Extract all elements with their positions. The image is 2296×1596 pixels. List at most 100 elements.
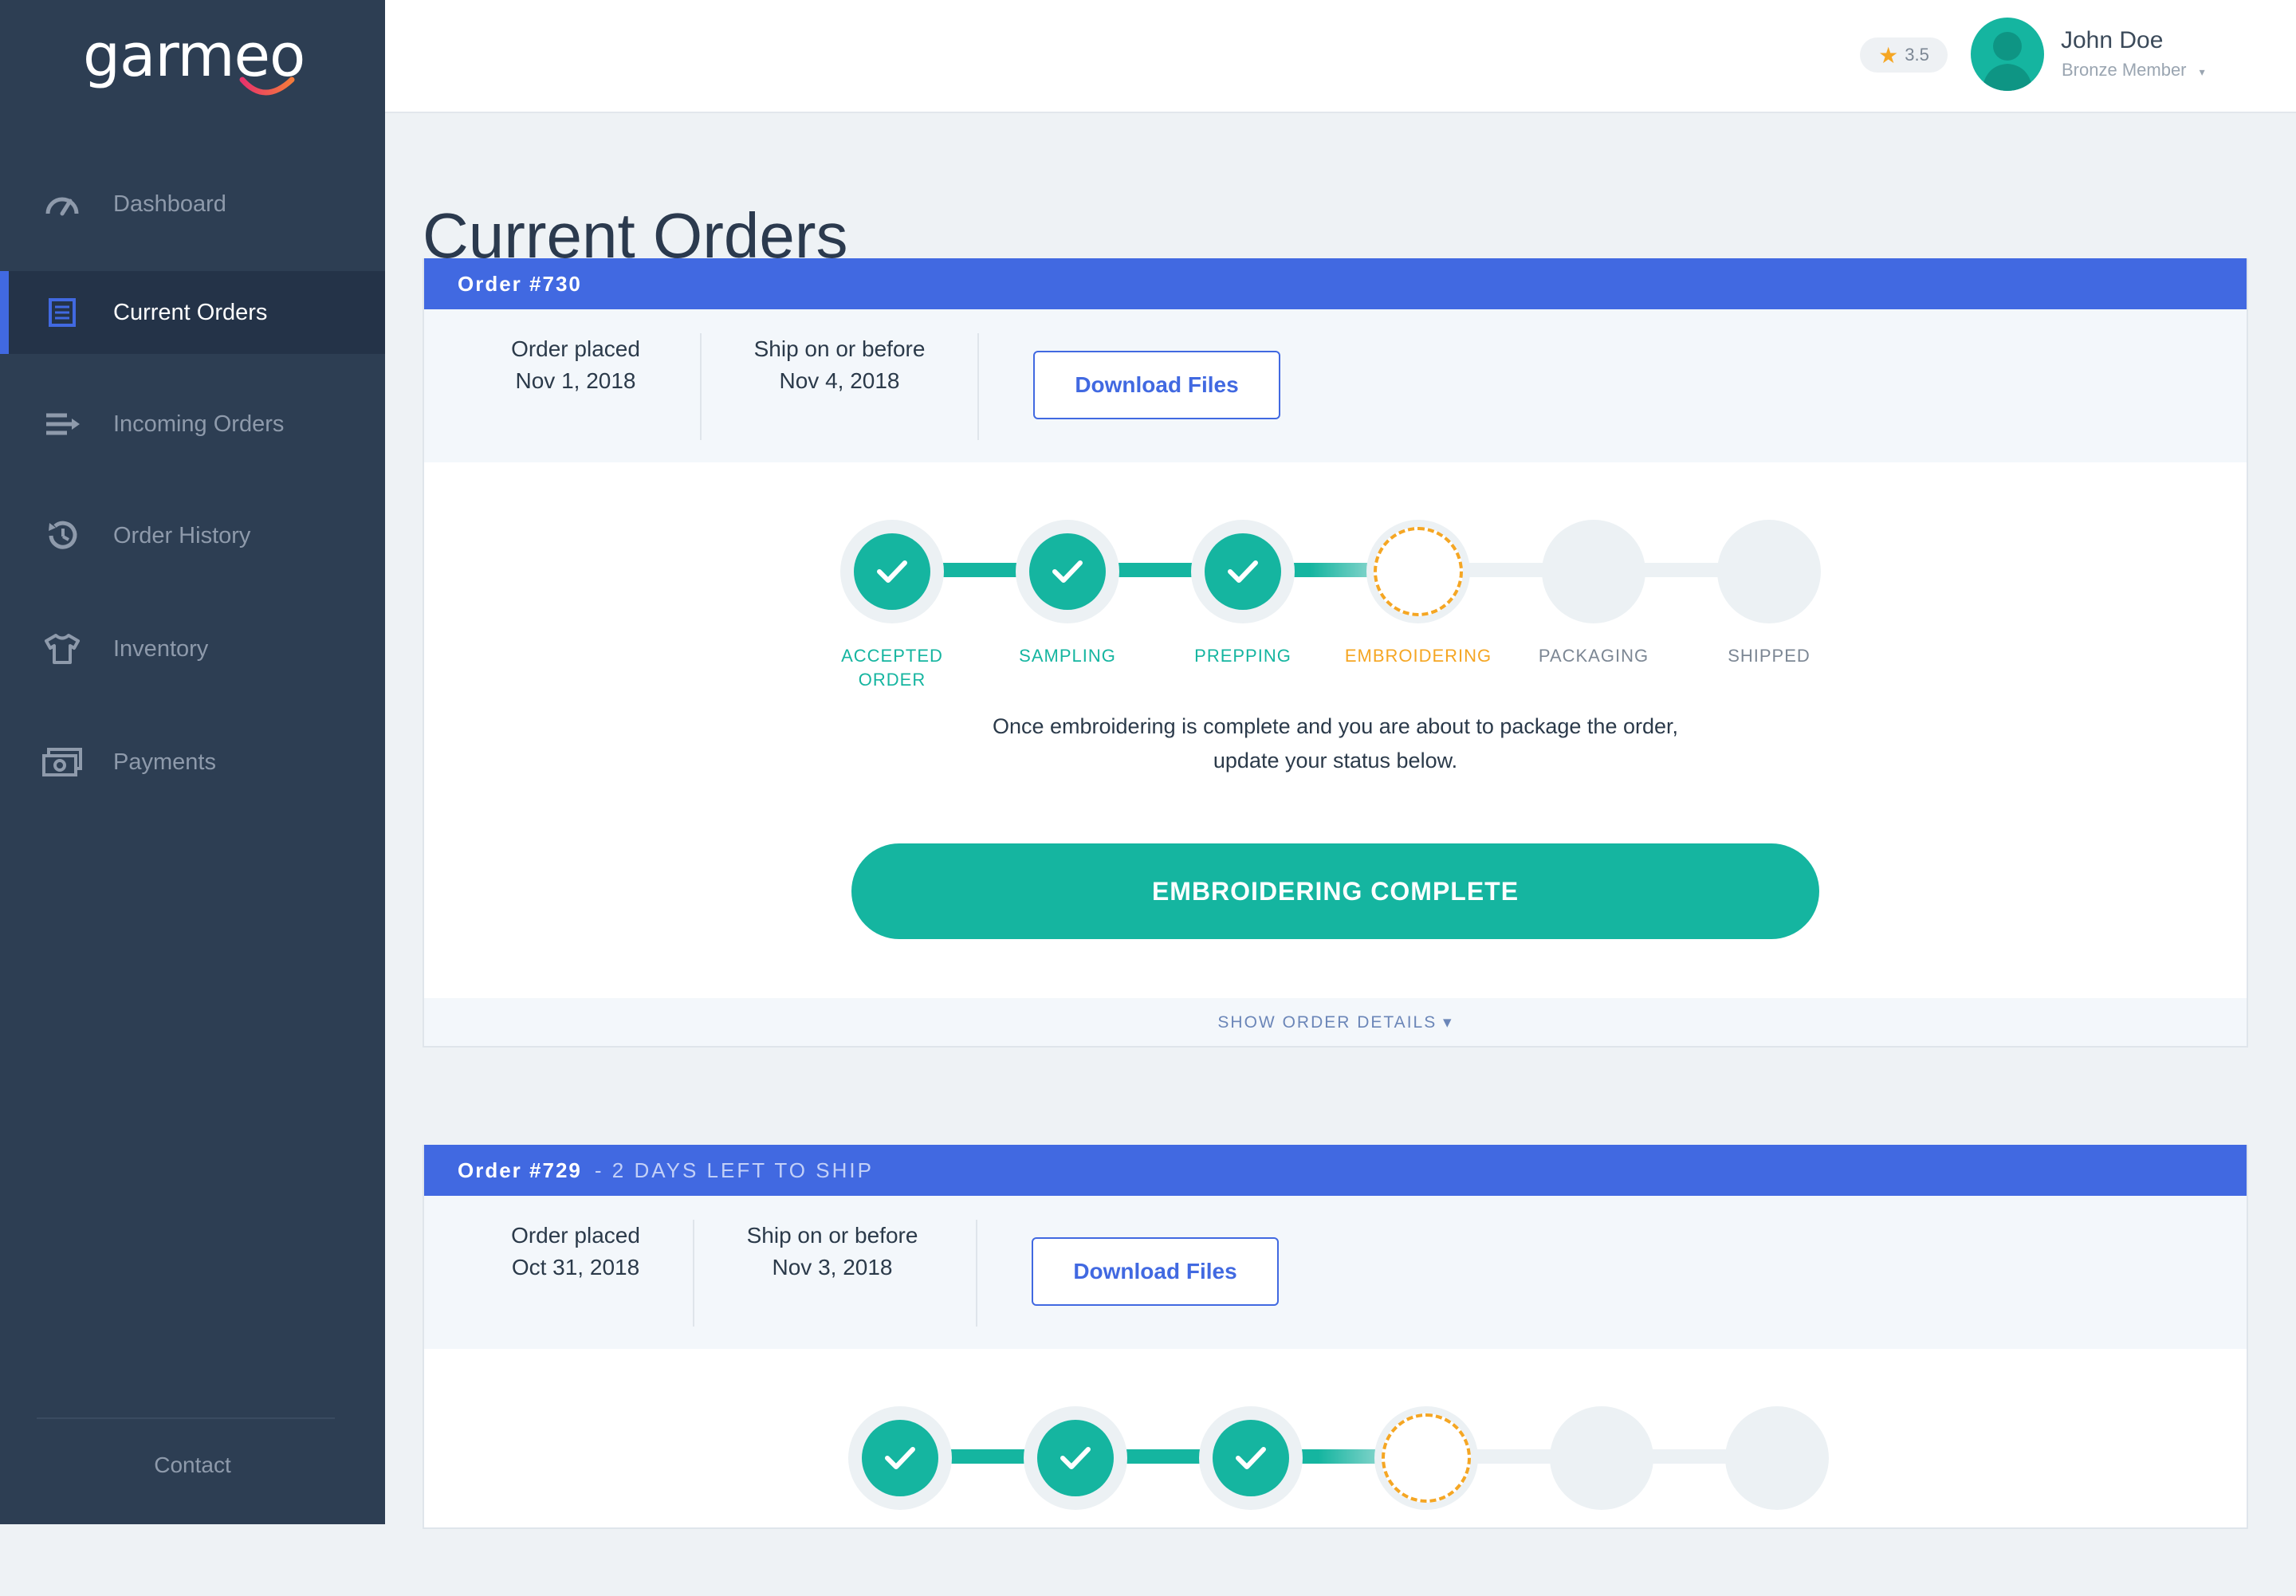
step-indicator [1037, 1420, 1114, 1496]
order-placed-label: Order placed [511, 1223, 640, 1248]
ship-by-date: Nov 3, 2018 [772, 1255, 893, 1280]
order-placed-date: Nov 1, 2018 [515, 368, 636, 393]
order-title: Order #730 [458, 271, 582, 296]
history-icon [41, 515, 83, 556]
order-placed-date: Oct 31, 2018 [511, 1255, 640, 1280]
step-packaging [1550, 1406, 1653, 1510]
user-silhouette-icon [1982, 32, 2033, 91]
sidebar-item-incoming-orders[interactable]: Incoming Orders [0, 383, 385, 466]
sidebar-item-payments[interactable]: Payments [0, 721, 385, 804]
order-info-row: Order placed Nov 1, 2018 Ship on or befo… [424, 309, 2247, 462]
step-embroidering [1366, 520, 1470, 623]
garmeo-logo[interactable]: garmeo [83, 24, 314, 104]
sidebar: garmeo Dashboard Current Orders Incoming… [0, 0, 385, 1524]
shirt-icon [41, 628, 83, 670]
step-shipped [1725, 1406, 1829, 1510]
ship-by: Ship on or before Nov 3, 2018 [693, 1220, 972, 1283]
step-indicator-pending [1555, 533, 1632, 610]
checkmark-icon [1228, 560, 1258, 583]
step-indicator [1029, 533, 1106, 610]
sidebar-item-dashboard[interactable]: Dashboard [0, 163, 385, 246]
ship-by-date: Nov 4, 2018 [779, 368, 900, 393]
step-label-sampling: SAMPLING [1019, 646, 1116, 666]
ship-by: Ship on or before Nov 4, 2018 [700, 333, 979, 397]
show-order-details-toggle[interactable]: SHOW ORDER DETAILS ▾ [424, 998, 2247, 1046]
download-files-button[interactable]: Download Files [1032, 1237, 1279, 1306]
step-shipped [1717, 520, 1821, 623]
checkmark-icon [1052, 560, 1083, 583]
sidebar-item-order-history[interactable]: Order History [0, 494, 385, 577]
contact-link[interactable]: Contact [0, 1453, 385, 1478]
step-indicator [854, 533, 930, 610]
order-progress-tracker: ACCEPTED ORDER SAMPLING PREPPING EMBROIDE… [424, 462, 2247, 710]
step-sampling [1024, 1406, 1127, 1510]
sidebar-item-label: Current Orders [113, 299, 268, 325]
logo-smile-icon [239, 77, 295, 96]
rating-badge: ★ 3.5 [1860, 37, 1948, 73]
ship-by-label: Ship on or before [753, 336, 926, 361]
incoming-icon [41, 403, 83, 445]
order-card: Order #730 Order placed Nov 1, 2018 Ship… [423, 258, 2248, 1048]
status-line-1: Once embroidering is complete and you ar… [992, 714, 1679, 738]
sidebar-item-label: Dashboard [113, 191, 226, 217]
status-line-2: update your status below. [1213, 749, 1458, 772]
order-days-left: - 2 DAYS LEFT TO SHIP [594, 1158, 874, 1182]
sidebar-item-label: Payments [113, 749, 216, 775]
step-sampling [1016, 520, 1119, 623]
order-title: Order #729 [458, 1158, 582, 1182]
sidebar-item-label: Order History [113, 522, 251, 548]
step-label-shipped: SHIPPED [1728, 646, 1810, 666]
order-card: Order #729 - 2 DAYS LEFT TO SHIP Order p… [423, 1145, 2248, 1529]
step-indicator [1213, 1420, 1289, 1496]
download-files-button[interactable]: Download Files [1033, 351, 1280, 419]
step-packaging [1542, 520, 1645, 623]
step-indicator-current [1382, 1413, 1471, 1503]
ship-by-label: Ship on or before [746, 1223, 918, 1248]
star-icon: ★ [1878, 42, 1899, 68]
step-label-prepping: PREPPING [1194, 646, 1292, 666]
cash-icon [41, 741, 83, 783]
step-indicator [862, 1420, 938, 1496]
step-indicator-pending [1739, 1420, 1815, 1496]
sidebar-item-label: Incoming Orders [113, 411, 285, 437]
sidebar-item-inventory[interactable]: Inventory [0, 607, 385, 690]
step-label-accepted-order: ACCEPTED ORDER [841, 646, 943, 690]
status-instructions: Once embroidering is complete and you ar… [424, 710, 2247, 778]
list-icon [41, 292, 83, 333]
avatar[interactable] [1971, 18, 2044, 91]
rating-value: 3.5 [1905, 45, 1929, 65]
user-name[interactable]: John Doe [2061, 27, 2163, 54]
order-header: Order #730 [424, 258, 2247, 309]
order-info-row: Order placed Oct 31, 2018 Ship on or bef… [424, 1196, 2247, 1349]
user-level-dropdown[interactable]: Bronze Member ▾ [2062, 60, 2205, 81]
speedometer-icon [41, 183, 83, 225]
user-level-label: Bronze Member [2062, 60, 2187, 80]
order-placed: Order placed Oct 31, 2018 [424, 1220, 727, 1283]
step-embroidering [1374, 1406, 1478, 1510]
step-label-packaging: PACKAGING [1538, 646, 1649, 666]
step-indicator-pending [1731, 533, 1807, 610]
sidebar-divider [37, 1417, 335, 1419]
order-header: Order #729 - 2 DAYS LEFT TO SHIP [424, 1145, 2247, 1196]
checkmark-icon [1236, 1447, 1266, 1469]
info-divider [976, 1220, 977, 1327]
embroidering-complete-button[interactable]: EMBROIDERING COMPLETE [851, 843, 1819, 939]
checkmark-icon [1060, 1447, 1091, 1469]
sidebar-item-current-orders[interactable]: Current Orders [0, 271, 385, 354]
step-indicator-current [1374, 527, 1463, 616]
step-prepping [1191, 520, 1295, 623]
step-accepted-order [848, 1406, 952, 1510]
checkmark-icon [885, 1447, 915, 1469]
order-progress-tracker [424, 1349, 2247, 1596]
step-label-embroidering: EMBROIDERING [1344, 646, 1492, 666]
step-accepted-order [840, 520, 944, 623]
order-placed-label: Order placed [511, 336, 640, 361]
caret-down-icon: ▾ [2199, 65, 2205, 78]
step-indicator-pending [1563, 1420, 1640, 1496]
checkmark-icon [877, 560, 907, 583]
step-indicator [1205, 533, 1281, 610]
sidebar-item-label: Inventory [113, 635, 209, 662]
order-placed: Order placed Nov 1, 2018 [424, 333, 727, 397]
info-divider [977, 333, 979, 440]
step-prepping [1199, 1406, 1303, 1510]
